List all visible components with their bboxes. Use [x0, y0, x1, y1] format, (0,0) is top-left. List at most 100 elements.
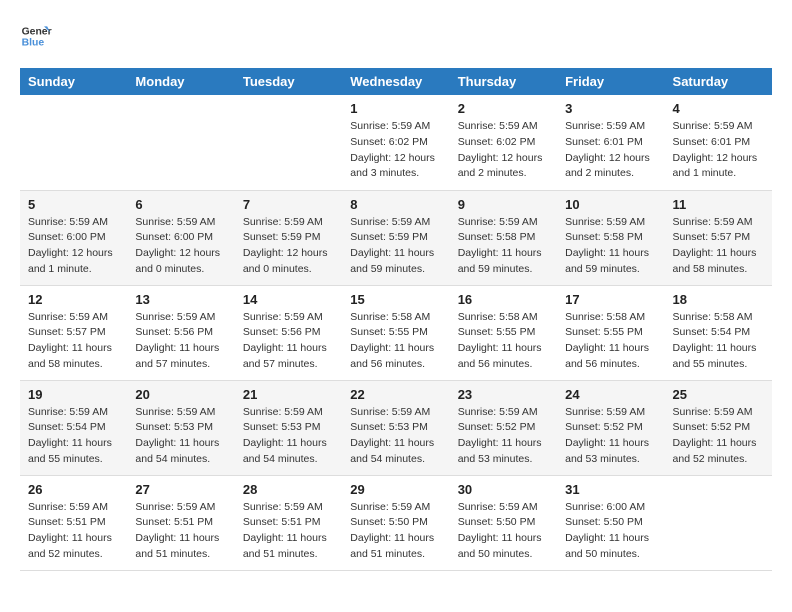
day-number: 6 — [135, 197, 226, 212]
logo: General Blue — [20, 20, 52, 52]
day-info: Sunrise: 5:59 AM Sunset: 5:58 PM Dayligh… — [565, 215, 656, 278]
day-cell-7: 7 Sunrise: 5:59 AM Sunset: 5:59 PM Daylig… — [235, 190, 342, 285]
day-cell-16: 16Sunrise: 5:58 AM Sunset: 5:55 PM Dayli… — [450, 285, 557, 380]
weekday-header-tuesday: Tuesday — [235, 68, 342, 95]
day-number: 27 — [135, 482, 226, 497]
empty-cell — [665, 475, 772, 570]
day-info: Sunrise: 5:58 AM Sunset: 5:55 PM Dayligh… — [565, 310, 656, 373]
day-number: 12 — [28, 292, 119, 307]
day-number: 23 — [458, 387, 549, 402]
day-info: Sunrise: 5:59 AM Sunset: 5:51 PM Dayligh… — [28, 500, 119, 563]
day-cell-1: 1 Sunrise: 5:59 AM Sunset: 6:02 PM Daylig… — [342, 95, 449, 190]
day-number: 20 — [135, 387, 226, 402]
day-number: 14 — [243, 292, 334, 307]
weekday-header-monday: Monday — [127, 68, 234, 95]
day-cell-15: 15 Sunrise: 5:58 AM Sunset: 5:55 PM Dayli… — [342, 285, 449, 380]
day-info: Sunrise: 5:59 AM Sunset: 6:00 PM Dayligh… — [135, 215, 226, 278]
day-info: Sunrise: 5:59 AM Sunset: 5:59 PM Dayligh… — [243, 215, 334, 278]
weekday-header-friday: Friday — [557, 68, 664, 95]
day-number: 3 — [565, 101, 656, 116]
day-info: Sunrise: 5:59 AM Sunset: 6:02 PM Dayligh… — [458, 119, 549, 182]
day-number: 7 — [243, 197, 334, 212]
svg-text:Blue: Blue — [22, 38, 45, 49]
day-cell-17: 17Sunrise: 5:58 AM Sunset: 5:55 PM Dayli… — [557, 285, 664, 380]
day-cell-4: 4Sunrise: 5:59 AM Sunset: 6:01 PM Daylig… — [665, 95, 772, 190]
empty-cell — [20, 95, 127, 190]
day-info: Sunrise: 5:59 AM Sunset: 5:52 PM Dayligh… — [458, 405, 549, 468]
day-number: 11 — [673, 197, 764, 212]
day-info: Sunrise: 5:59 AM Sunset: 5:50 PM Dayligh… — [350, 500, 441, 563]
day-number: 28 — [243, 482, 334, 497]
weekday-header-row: SundayMondayTuesdayWednesdayThursdayFrid… — [20, 68, 772, 95]
day-cell-8: 8 Sunrise: 5:59 AM Sunset: 5:59 PM Daylig… — [342, 190, 449, 285]
week-row-5: 26 Sunrise: 5:59 AM Sunset: 5:51 PM Dayli… — [20, 475, 772, 570]
day-info: Sunrise: 5:59 AM Sunset: 5:51 PM Dayligh… — [135, 500, 226, 563]
day-number: 19 — [28, 387, 119, 402]
empty-cell — [127, 95, 234, 190]
day-info: Sunrise: 5:59 AM Sunset: 5:50 PM Dayligh… — [458, 500, 549, 563]
day-info: Sunrise: 5:59 AM Sunset: 6:01 PM Dayligh… — [673, 119, 764, 182]
day-info: Sunrise: 5:59 AM Sunset: 5:57 PM Dayligh… — [28, 310, 119, 373]
day-cell-29: 29 Sunrise: 5:59 AM Sunset: 5:50 PM Dayli… — [342, 475, 449, 570]
day-cell-2: 2 Sunrise: 5:59 AM Sunset: 6:02 PM Daylig… — [450, 95, 557, 190]
day-info: Sunrise: 5:59 AM Sunset: 5:52 PM Dayligh… — [673, 405, 764, 468]
day-cell-14: 14Sunrise: 5:59 AM Sunset: 5:56 PM Dayli… — [235, 285, 342, 380]
day-cell-27: 27 Sunrise: 5:59 AM Sunset: 5:51 PM Dayli… — [127, 475, 234, 570]
day-cell-6: 6 Sunrise: 5:59 AM Sunset: 6:00 PM Daylig… — [127, 190, 234, 285]
day-info: Sunrise: 5:58 AM Sunset: 5:55 PM Dayligh… — [458, 310, 549, 373]
day-info: Sunrise: 5:59 AM Sunset: 5:51 PM Dayligh… — [243, 500, 334, 563]
day-info: Sunrise: 5:59 AM Sunset: 5:57 PM Dayligh… — [673, 215, 764, 278]
day-number: 1 — [350, 101, 441, 116]
day-info: Sunrise: 5:59 AM Sunset: 5:53 PM Dayligh… — [350, 405, 441, 468]
day-cell-12: 12 Sunrise: 5:59 AM Sunset: 5:57 PM Dayli… — [20, 285, 127, 380]
day-number: 10 — [565, 197, 656, 212]
day-cell-25: 25 Sunrise: 5:59 AM Sunset: 5:52 PM Dayli… — [665, 380, 772, 475]
day-number: 30 — [458, 482, 549, 497]
day-cell-9: 9Sunrise: 5:59 AM Sunset: 5:58 PM Daylig… — [450, 190, 557, 285]
weekday-header-saturday: Saturday — [665, 68, 772, 95]
week-row-4: 19 Sunrise: 5:59 AM Sunset: 5:54 PM Dayli… — [20, 380, 772, 475]
day-info: Sunrise: 5:59 AM Sunset: 6:01 PM Dayligh… — [565, 119, 656, 182]
day-number: 8 — [350, 197, 441, 212]
day-info: Sunrise: 5:58 AM Sunset: 5:55 PM Dayligh… — [350, 310, 441, 373]
week-row-2: 5Sunrise: 5:59 AM Sunset: 6:00 PM Daylig… — [20, 190, 772, 285]
day-cell-19: 19 Sunrise: 5:59 AM Sunset: 5:54 PM Dayli… — [20, 380, 127, 475]
day-cell-18: 18 Sunrise: 5:58 AM Sunset: 5:54 PM Dayli… — [665, 285, 772, 380]
day-info: Sunrise: 5:59 AM Sunset: 5:54 PM Dayligh… — [28, 405, 119, 468]
weekday-header-thursday: Thursday — [450, 68, 557, 95]
week-row-3: 12 Sunrise: 5:59 AM Sunset: 5:57 PM Dayli… — [20, 285, 772, 380]
calendar-table: SundayMondayTuesdayWednesdayThursdayFrid… — [20, 68, 772, 571]
day-number: 24 — [565, 387, 656, 402]
day-info: Sunrise: 5:59 AM Sunset: 5:53 PM Dayligh… — [243, 405, 334, 468]
day-info: Sunrise: 5:58 AM Sunset: 5:54 PM Dayligh… — [673, 310, 764, 373]
day-cell-11: 11 Sunrise: 5:59 AM Sunset: 5:57 PM Dayli… — [665, 190, 772, 285]
day-number: 25 — [673, 387, 764, 402]
day-cell-31: 31 Sunrise: 6:00 AM Sunset: 5:50 PM Dayli… — [557, 475, 664, 570]
day-cell-10: 10 Sunrise: 5:59 AM Sunset: 5:58 PM Dayli… — [557, 190, 664, 285]
day-number: 21 — [243, 387, 334, 402]
weekday-header-sunday: Sunday — [20, 68, 127, 95]
day-info: Sunrise: 6:00 AM Sunset: 5:50 PM Dayligh… — [565, 500, 656, 563]
day-cell-30: 30 Sunrise: 5:59 AM Sunset: 5:50 PM Dayli… — [450, 475, 557, 570]
day-cell-23: 23 Sunrise: 5:59 AM Sunset: 5:52 PM Dayli… — [450, 380, 557, 475]
day-cell-20: 20 Sunrise: 5:59 AM Sunset: 5:53 PM Dayli… — [127, 380, 234, 475]
day-info: Sunrise: 5:59 AM Sunset: 5:56 PM Dayligh… — [135, 310, 226, 373]
week-row-1: 1 Sunrise: 5:59 AM Sunset: 6:02 PM Daylig… — [20, 95, 772, 190]
day-info: Sunrise: 5:59 AM Sunset: 5:52 PM Dayligh… — [565, 405, 656, 468]
day-number: 31 — [565, 482, 656, 497]
page-header: General Blue — [20, 20, 772, 52]
day-number: 2 — [458, 101, 549, 116]
day-number: 29 — [350, 482, 441, 497]
day-cell-22: 22Sunrise: 5:59 AM Sunset: 5:53 PM Dayli… — [342, 380, 449, 475]
day-number: 13 — [135, 292, 226, 307]
day-cell-3: 3 Sunrise: 5:59 AM Sunset: 6:01 PM Daylig… — [557, 95, 664, 190]
day-info: Sunrise: 5:59 AM Sunset: 5:59 PM Dayligh… — [350, 215, 441, 278]
day-number: 15 — [350, 292, 441, 307]
day-number: 26 — [28, 482, 119, 497]
day-number: 18 — [673, 292, 764, 307]
day-cell-5: 5Sunrise: 5:59 AM Sunset: 6:00 PM Daylig… — [20, 190, 127, 285]
day-info: Sunrise: 5:59 AM Sunset: 5:58 PM Dayligh… — [458, 215, 549, 278]
day-info: Sunrise: 5:59 AM Sunset: 5:53 PM Dayligh… — [135, 405, 226, 468]
day-cell-21: 21 Sunrise: 5:59 AM Sunset: 5:53 PM Dayli… — [235, 380, 342, 475]
day-info: Sunrise: 5:59 AM Sunset: 6:02 PM Dayligh… — [350, 119, 441, 182]
